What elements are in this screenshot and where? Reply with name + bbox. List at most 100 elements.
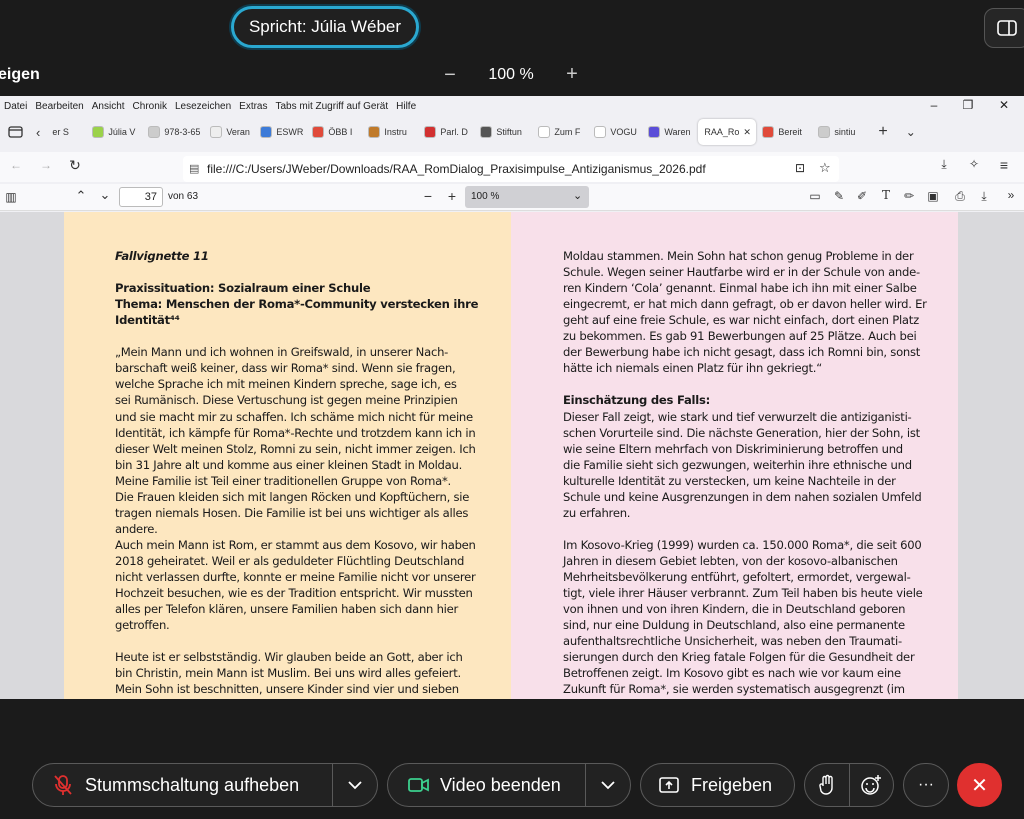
audio-options-button[interactable] xyxy=(333,780,377,790)
pdf-text-line: Praxissituation: Sozialraum einer Schule xyxy=(115,281,371,296)
share-button[interactable]: Freigeben xyxy=(640,763,795,807)
camera-icon xyxy=(408,778,429,792)
page-number-input[interactable]: 37 xyxy=(119,187,163,207)
new-tab-button[interactable]: + xyxy=(878,123,887,141)
close-tab-icon[interactable]: ✕ xyxy=(743,127,751,138)
pdf-text-line: „Mein Mann und ich wohnen in Greifswald,… xyxy=(115,345,449,360)
tabs-scroll-left-icon[interactable]: ‹ xyxy=(36,125,40,140)
highlight-icon[interactable]: ✐ xyxy=(855,189,869,203)
tab-label: Instru xyxy=(384,127,407,137)
pdf-zoom-out-icon[interactable]: − xyxy=(421,188,435,204)
browser-tab[interactable]: Zum F xyxy=(532,119,588,145)
unmute-label: Stummschaltung aufheben xyxy=(85,774,300,795)
leave-call-button[interactable]: ✕ xyxy=(957,763,1002,807)
browser-tab[interactable]: 978-3-65 xyxy=(142,119,204,145)
browser-tab[interactable]: Waren xyxy=(642,119,698,145)
zoom-in-button[interactable]: + xyxy=(562,63,582,85)
address-bar[interactable]: ▤ file:///C:/Users/JWeber/Downloads/RAA_… xyxy=(183,156,839,182)
pdf-text-line: 2018 geheiratet. Weil er als geduldeter … xyxy=(115,553,465,568)
stop-video-button[interactable]: Video beenden xyxy=(388,763,585,807)
pdf-viewer[interactable]: Fallvignette 11 Praxissituation: Sozialra… xyxy=(0,212,1024,699)
tab-label: Parl. D xyxy=(440,127,468,137)
chevron-down-icon xyxy=(601,781,615,790)
save-pdf-icon[interactable]: ⤓ xyxy=(977,189,991,204)
menu-item[interactable]: Ansicht xyxy=(92,101,125,112)
pdf-text-line: Schule. Wegen seiner Hautfarbe wird er i… xyxy=(563,265,920,280)
signature-icon[interactable]: ✎ xyxy=(832,189,846,203)
more-options-button[interactable]: ··· xyxy=(903,763,949,807)
microphone-muted-icon xyxy=(54,775,72,795)
pdf-text-line: hätte ich niemals einen Platz für ihn ge… xyxy=(563,361,822,376)
text-tool-icon[interactable]: T xyxy=(879,188,893,202)
page-info-icon[interactable]: ▤ xyxy=(189,162,199,175)
tab-label: Veran xyxy=(226,127,250,137)
maximize-button[interactable]: ❐ xyxy=(960,98,976,112)
pdf-text-line: alles per Telefon klären, unsere Familie… xyxy=(115,602,459,617)
extensions-icon[interactable]: ✧ xyxy=(966,157,982,171)
browser-tab-active[interactable]: RAA_Ro ✕ xyxy=(698,119,757,145)
comment-icon[interactable]: ▭ xyxy=(808,189,822,203)
emoji-reaction-button[interactable] xyxy=(849,774,893,796)
browser-tab[interactable]: ÖBB I xyxy=(306,119,362,145)
bookmark-star-icon[interactable]: ☆ xyxy=(819,160,831,176)
browser-tab[interactable]: Parl. D xyxy=(418,119,474,145)
browser-tab[interactable]: Júlia V xyxy=(86,119,142,145)
pdf-zoom-select[interactable]: 100 % ⌄ xyxy=(465,186,589,208)
pdf-page-left: Fallvignette 11 Praxissituation: Sozialra… xyxy=(64,212,511,699)
pdf-toolbar: ▥ ⌃ ⌄ 37 von 63 − + 100 % ⌄ ▭ ✎ ✐ T ✏ ▣ … xyxy=(0,184,1024,211)
menu-item[interactable]: Chronik xyxy=(133,101,167,112)
minimize-button[interactable]: – xyxy=(926,98,942,112)
tab-overview-icon[interactable] xyxy=(8,125,24,139)
unmute-button[interactable]: Stummschaltung aufheben xyxy=(33,763,332,807)
menu-item[interactable]: Extras xyxy=(239,101,267,112)
favicon-icon xyxy=(648,126,661,138)
browser-tab[interactable]: er S xyxy=(46,119,86,145)
tab-label: ESWR xyxy=(276,127,304,137)
pdf-text-line: Thema: Menschen der Roma*-Community vers… xyxy=(115,297,479,312)
close-window-button[interactable]: ✕ xyxy=(996,98,1012,112)
menu-item[interactable]: Tabs mit Zugriff auf Gerät xyxy=(276,101,389,112)
video-control: Video beenden xyxy=(387,763,631,807)
browser-tab[interactable]: Bereit xyxy=(756,119,812,145)
more-tools-icon[interactable]: » xyxy=(1004,188,1018,202)
menu-item[interactable]: Hilfe xyxy=(396,101,416,112)
draw-icon[interactable]: ✏ xyxy=(902,189,916,203)
zoom-level: 100 % xyxy=(488,66,534,83)
back-icon[interactable]: ← xyxy=(8,158,24,172)
forward-icon[interactable]: → xyxy=(38,158,54,172)
zoom-out-button[interactable]: − xyxy=(440,64,460,86)
pdf-text-line: tigt, viele ihrer Häuser verbrannt. Zum … xyxy=(563,586,923,601)
previous-page-icon[interactable]: ⌃ xyxy=(74,188,88,204)
menu-item[interactable]: Lesezeichen xyxy=(175,101,231,112)
pdf-text-line: die Familie sieht sich gezwungen, weiter… xyxy=(563,457,912,472)
raise-hand-button[interactable] xyxy=(805,774,849,796)
browser-tab[interactable]: Instru xyxy=(362,119,418,145)
browser-tab[interactable]: Veran xyxy=(204,119,254,145)
video-options-button[interactable] xyxy=(586,780,630,790)
image-tool-icon[interactable]: ▣ xyxy=(926,189,940,203)
tab-label: sintiu xyxy=(834,127,856,137)
tab-list-dropdown-icon[interactable]: ⌄ xyxy=(906,125,916,139)
app-menu-icon[interactable]: ≡ xyxy=(996,157,1012,173)
menu-item[interactable]: Bearbeiten xyxy=(35,101,83,112)
print-icon[interactable]: ⎙ xyxy=(953,189,967,204)
share-label: Freigeben xyxy=(691,774,773,795)
pdf-zoom-in-icon[interactable]: + xyxy=(445,188,459,204)
reader-view-icon[interactable]: ⊡ xyxy=(795,161,805,175)
menu-item[interactable]: Datei xyxy=(4,101,27,112)
pdf-text-line: Im Kosovo-Krieg (1999) wurden ca. 150.00… xyxy=(563,537,922,552)
pdf-text-line: Meine Familie ist Teil einer traditionel… xyxy=(115,473,451,488)
browser-tab[interactable]: ESWR xyxy=(254,119,306,145)
reload-icon[interactable]: ↻ xyxy=(67,157,83,174)
browser-tab[interactable]: sintiu xyxy=(812,119,864,145)
next-page-icon[interactable]: ⌄ xyxy=(98,187,112,203)
sidebar-toggle-icon[interactable]: ▥ xyxy=(4,190,18,204)
pdf-text-line: ren Kindern ‘Cola’ genannt. Einmal habe … xyxy=(563,281,917,296)
pdf-text-line: Identität⁴⁴ xyxy=(115,313,180,328)
tab-label: 978-3-65 xyxy=(164,127,201,137)
downloads-icon[interactable]: ⤓ xyxy=(936,157,952,172)
browser-tab[interactable]: VOGU xyxy=(588,119,642,145)
panel-toggle-button[interactable] xyxy=(984,8,1024,48)
pdf-text-line: eingecremt, er hat mich dann gefragt, ob… xyxy=(563,297,927,312)
browser-tab[interactable]: Stiftun xyxy=(474,119,532,145)
